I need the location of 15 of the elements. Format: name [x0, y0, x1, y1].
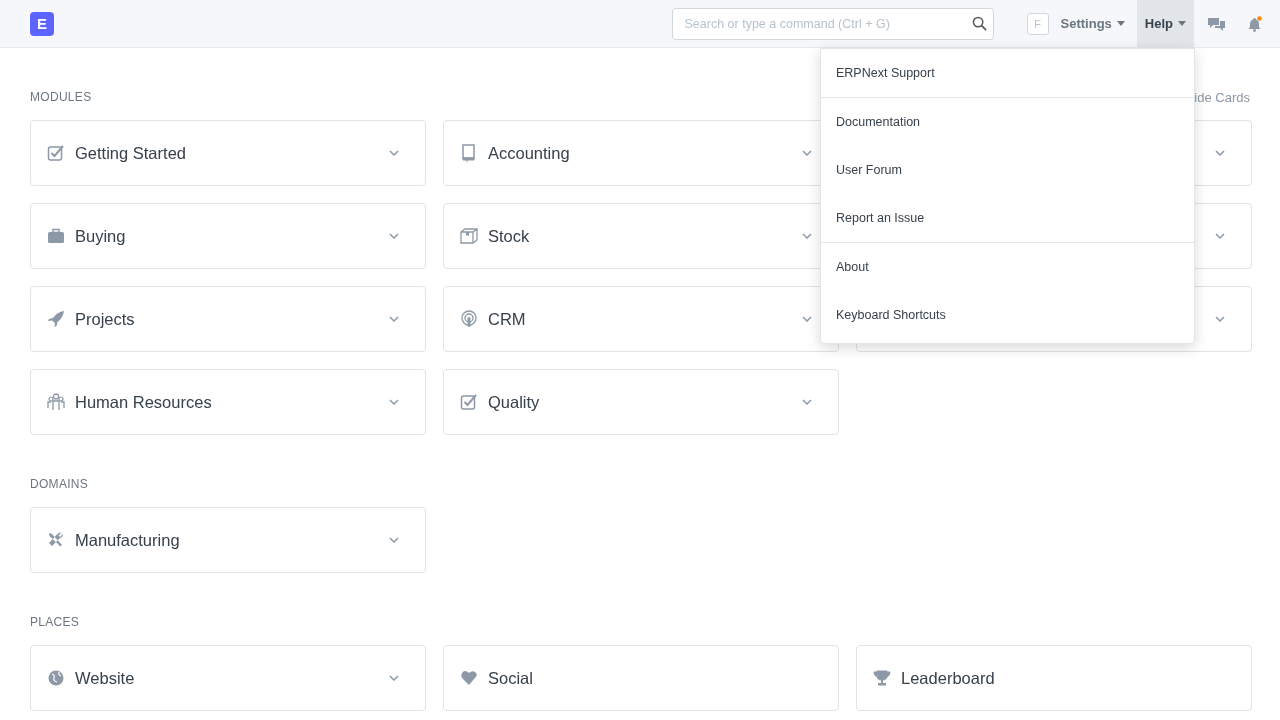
section-title: DOMAINS	[30, 477, 89, 491]
card-title: Website	[75, 668, 135, 688]
card-title: Human Resources	[75, 392, 212, 412]
section-title: MODULES	[30, 90, 92, 104]
card-title: Buying	[75, 226, 126, 246]
card-title: Quality	[488, 392, 540, 412]
card-title: Social	[488, 668, 533, 688]
card-title: Projects	[75, 309, 135, 329]
card-title: Manufacturing	[75, 530, 180, 550]
section-title: PLACES	[30, 615, 80, 629]
card-title: Leaderboard	[901, 668, 995, 688]
card-title: Getting Started	[75, 143, 186, 163]
card-title: CRM	[488, 309, 526, 329]
card-title: Stock	[488, 226, 530, 246]
card-title: Accounting	[488, 143, 570, 163]
